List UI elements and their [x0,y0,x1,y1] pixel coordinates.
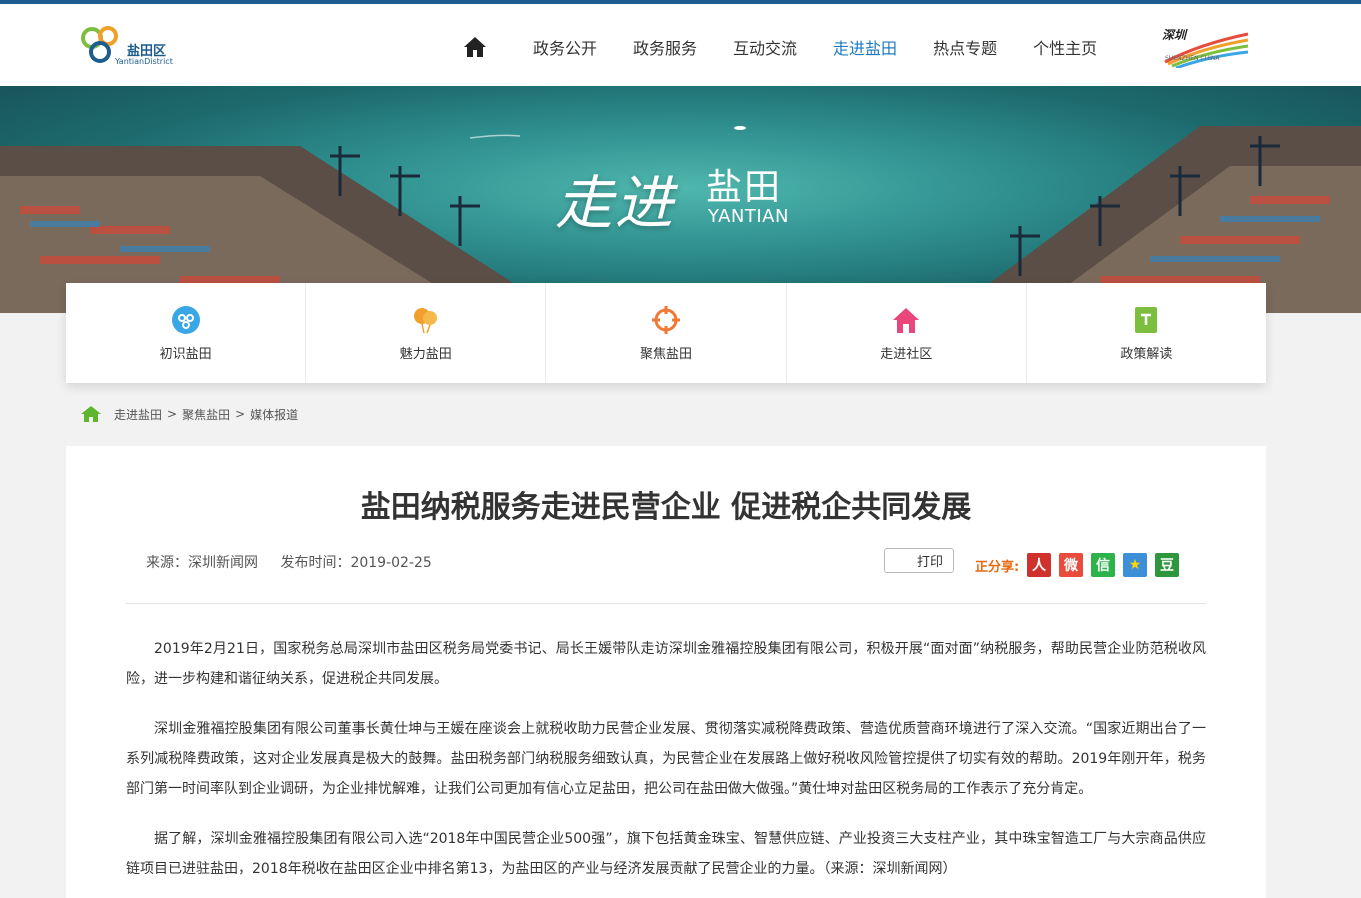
renren-share-icon[interactable]: 人 [1027,553,1051,577]
crosshair-icon [651,305,681,335]
circle-network-icon [171,305,201,335]
quick-links-bar: 初识盐田 魅力盐田 聚焦盐田 走进社区 政策解读 [66,283,1266,383]
nav-item-gexing-zhuye[interactable]: 个性主页 [1033,35,1097,59]
quick-link-label: 魅力盐田 [399,346,452,362]
nav-item-zoujin-yantian[interactable]: 走进盐田 [833,35,897,59]
quick-link-shequ[interactable]: 走进社区 [787,283,1027,383]
breadcrumb-link-jujiao[interactable]: 聚焦盐田 [182,408,230,422]
share-icons: 人 微 信 ★ 豆 [1027,553,1187,577]
quick-link-zhengce[interactable]: 政策解读 [1027,283,1266,383]
article-paragraph: 深圳金雅福控股集团有限公司董事长黄仕坤与王媛在座谈会上就税收助力民营企业发展、贯… [126,721,1206,797]
quick-link-meili[interactable]: 魅力盐田 [306,283,547,383]
banner-title-en: YANTIAN [708,206,789,227]
nav-item-zhengwu-fuwu[interactable]: 政务服务 [633,35,697,59]
document-icon [1131,305,1161,335]
quick-link-chushi[interactable]: 初识盐田 [66,283,307,383]
share-label: 正分享: [975,560,1020,575]
house-icon [891,305,921,335]
weibo-share-icon[interactable]: 微 [1059,553,1083,577]
shenzhen-logo-subtext: SHENZHEN CHINA [1165,55,1220,62]
hero-banner: 走进 盐田 YANTIAN [0,86,1361,313]
quick-link-label: 聚焦盐田 [640,346,693,362]
nav-item-zhengwu-gongkai[interactable]: 政务公开 [533,35,597,59]
article-paragraph: 2019年2月21日，国家税务总局深圳市盐田区税务局党委书记、局长王媛带队走访深… [126,641,1206,687]
quick-link-label: 政策解读 [1120,346,1173,362]
article-paragraph: 据了解，深圳金雅福控股集团有限公司入选“2018年中国民营企业500强”，旗下包… [126,831,1206,877]
site-header: 盐田区 YantianDistrict 政务公开 政务服务 互动交流 走进盐田 … [0,4,1361,86]
breadcrumb-separator: > [167,407,178,421]
breadcrumb: 走进盐田 > 聚焦盐田 > 媒体报道 [80,404,303,424]
nav-item-hudong-jiaoliu[interactable]: 互动交流 [733,35,797,59]
breadcrumb-link-zoujin[interactable]: 走进盐田 [114,408,162,422]
qzone-share-icon[interactable]: ★ [1123,553,1147,577]
balloons-icon [411,305,441,335]
article-title: 盐田纳税服务走进民营企业 促进税企共同发展 [360,490,972,525]
breadcrumb-home-icon[interactable] [80,405,102,423]
breadcrumb-separator: > [235,407,246,421]
quick-link-label: 走进社区 [880,346,933,362]
port-illustration [0,126,1361,313]
main-nav: 政务公开 政务服务 互动交流 走进盐田 热点专题 个性主页 [455,30,1115,64]
banner-title-script: 走进 [555,169,676,237]
article-source: 来源：深圳新闻网 [146,555,258,571]
shenzhen-logo-text: 深圳 [1162,28,1187,42]
quick-link-jujiao[interactable]: 聚焦盐田 [546,283,787,383]
article-card: 盐田纳税服务走进民营企业 促进税企共同发展 来源：深圳新闻网 发布时间：2019… [66,446,1266,898]
logo-subtext: YantianDistrict [115,57,173,66]
nav-item-redian-zhuanti[interactable]: 热点专题 [933,35,997,59]
nav-home-button[interactable] [455,30,495,64]
douban-share-icon[interactable]: 豆 [1155,553,1179,577]
article-body: 2019年2月21日，国家税务总局深圳市盐田区税务局党委书记、局长王媛带队走访深… [126,634,1206,898]
banner-title-main: 盐田 [706,167,783,208]
article-meta: 来源：深圳新闻网 发布时间：2019-02-25 [146,552,450,572]
home-icon [464,37,486,57]
quick-link-label: 初识盐田 [159,346,212,362]
breadcrumb-link-meiti[interactable]: 媒体报道 [250,408,298,422]
article-divider [126,603,1206,604]
wechat-share-icon[interactable]: 信 [1091,553,1115,577]
print-button[interactable]: 打印 [884,548,954,573]
article-date: 发布时间：2019-02-25 [280,555,432,571]
